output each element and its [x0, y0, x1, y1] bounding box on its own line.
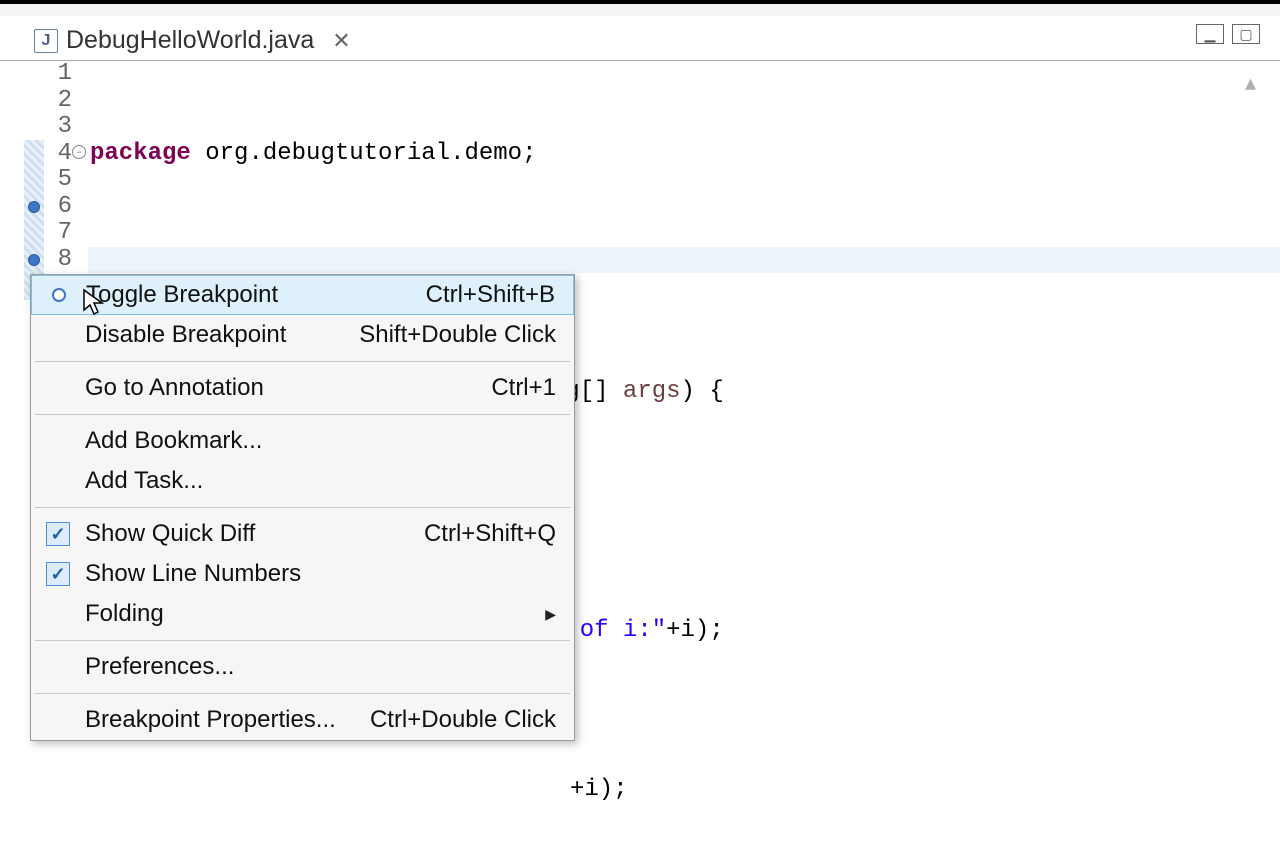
code-text: +i); — [666, 617, 724, 644]
line-number: 7 — [48, 220, 76, 247]
window-controls: ▁ ▢ — [1188, 24, 1260, 44]
breakpoint-marker[interactable] — [28, 254, 40, 266]
menu-separator — [35, 693, 570, 694]
code-text: +i); — [570, 776, 628, 803]
keyword: package — [90, 140, 191, 167]
breakpoint-icon — [32, 288, 86, 302]
current-line-highlight — [88, 247, 1280, 274]
parameter: args — [623, 378, 681, 405]
top-spacer — [0, 4, 1280, 16]
check-icon: ✓ — [31, 522, 85, 546]
gutter-context-menu: Toggle Breakpoint Ctrl+Shift+B Disable B… — [30, 274, 575, 741]
menu-label: Breakpoint Properties... — [85, 706, 370, 734]
menu-add-bookmark[interactable]: Add Bookmark... — [31, 421, 574, 461]
menu-add-task[interactable]: Add Task... — [31, 461, 574, 501]
menu-preferences[interactable]: Preferences... — [31, 647, 574, 687]
menu-label: Add Bookmark... — [85, 427, 556, 455]
menu-goto-annotation[interactable]: Go to Annotation Ctrl+1 — [31, 368, 574, 408]
close-icon[interactable]: ✕ — [332, 28, 350, 54]
maximize-button[interactable]: ▢ — [1232, 24, 1260, 44]
line-number: 3 — [48, 114, 76, 141]
menu-label: Go to Annotation — [85, 374, 491, 402]
menu-shortcut: Ctrl+Shift+Q — [424, 520, 556, 548]
menu-show-quick-diff[interactable]: ✓ Show Quick Diff Ctrl+Shift+Q — [31, 514, 574, 554]
code-text: org.debugtutorial.demo; — [191, 140, 537, 167]
menu-shortcut: Shift+Double Click — [359, 321, 556, 349]
menu-label: Preferences... — [85, 653, 556, 681]
line-number: 4 — [48, 141, 76, 168]
line-number: 5 — [48, 167, 76, 194]
menu-separator — [35, 640, 570, 641]
line-number: 2 — [48, 88, 76, 115]
menu-toggle-breakpoint[interactable]: Toggle Breakpoint Ctrl+Shift+B — [31, 275, 574, 315]
menu-shortcut: Ctrl+Double Click — [370, 706, 556, 734]
line-number: 1 — [48, 61, 76, 88]
menu-label: Disable Breakpoint — [85, 321, 359, 349]
menu-label: Show Quick Diff — [85, 520, 424, 548]
menu-separator — [35, 414, 570, 415]
file-tab-label: DebugHelloWorld.java — [66, 26, 314, 55]
check-icon: ✓ — [31, 562, 85, 586]
code-text: ) { — [681, 378, 724, 405]
editor-tab-bar: J DebugHelloWorld.java ✕ — [0, 16, 1280, 60]
minimize-button[interactable]: ▁ — [1196, 24, 1224, 44]
menu-label: Folding — [85, 600, 545, 628]
menu-label: Add Task... — [85, 467, 556, 495]
menu-separator — [35, 507, 570, 508]
line-number: 8 — [48, 247, 76, 274]
menu-disable-breakpoint[interactable]: Disable Breakpoint Shift+Double Click — [31, 315, 574, 355]
java-file-icon: J — [34, 29, 58, 53]
breakpoint-marker[interactable] — [28, 201, 40, 213]
menu-show-line-numbers[interactable]: ✓ Show Line Numbers — [31, 554, 574, 594]
menu-shortcut: Ctrl+Shift+B — [426, 281, 555, 309]
submenu-arrow-icon: ▶ — [545, 606, 556, 623]
line-number: 6 — [48, 194, 76, 221]
menu-folding[interactable]: Folding ▶ — [31, 594, 574, 634]
menu-separator — [35, 361, 570, 362]
file-tab[interactable]: J DebugHelloWorld.java ✕ — [24, 22, 361, 59]
menu-label: Show Line Numbers — [85, 560, 556, 588]
menu-shortcut: Ctrl+1 — [491, 374, 556, 402]
menu-label: Toggle Breakpoint — [86, 281, 426, 309]
menu-breakpoint-properties[interactable]: Breakpoint Properties... Ctrl+Double Cli… — [31, 700, 574, 740]
line-number-column: 1 2 3 4 5 6 7 8 — [48, 61, 76, 273]
